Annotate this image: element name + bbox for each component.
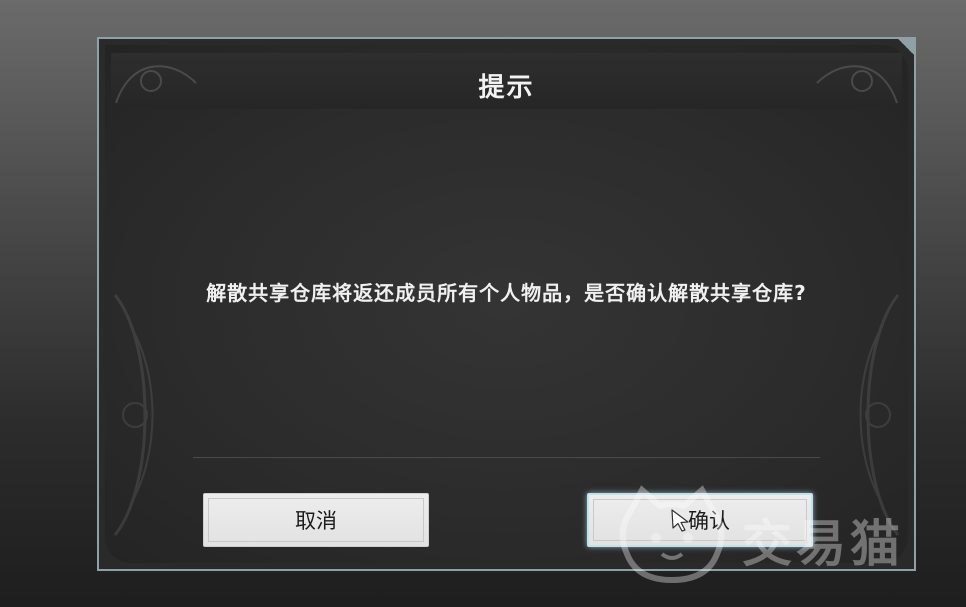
right-ornament-icon [859,294,900,536]
dialog-title: 提示 [478,73,535,103]
left-ornament-icon [113,294,154,536]
game-screen: 提示 解散共享仓库将返还成员所有个人物品，是否确认解散共享仓库? 取消 确认 交… [0,0,966,607]
divider [193,457,820,458]
confirm-dialog: 提示 解散共享仓库将返还成员所有个人物品，是否确认解散共享仓库? 取消 确认 [97,37,916,571]
dialog-header: 提示 [111,53,902,109]
confirm-button[interactable]: 确认 [587,493,813,547]
dialog-body: 提示 解散共享仓库将返还成员所有个人物品，是否确认解散共享仓库? 取消 确认 [105,45,908,563]
confirm-button-label: 确认 [688,509,730,533]
cancel-button-label: 取消 [295,509,337,533]
cancel-button[interactable]: 取消 [203,493,429,547]
dialog-message: 解散共享仓库将返还成员所有个人物品，是否确认解散共享仓库? [206,281,807,305]
